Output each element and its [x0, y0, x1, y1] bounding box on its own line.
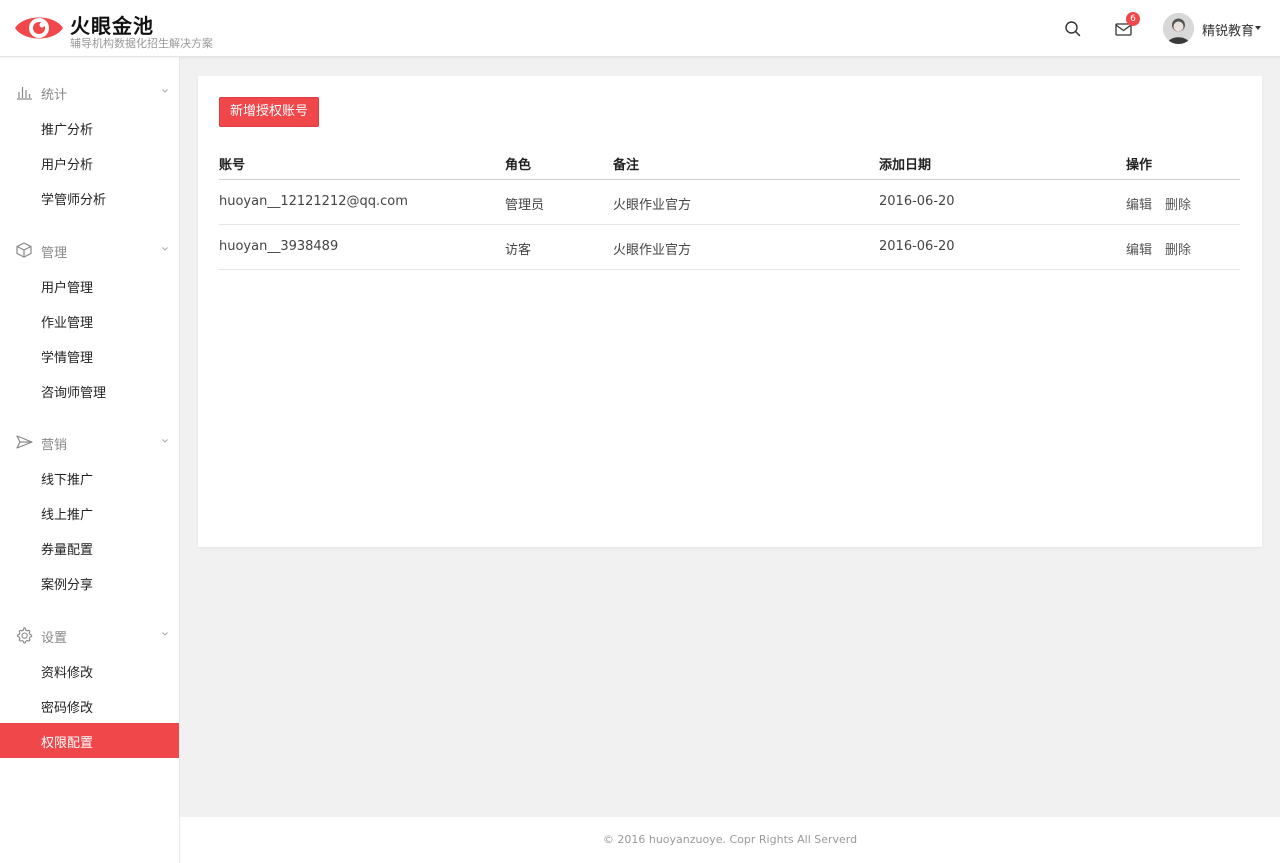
sidebar-item-permission-config[interactable]: 权限配置 — [0, 723, 179, 758]
sidebar-group-manage[interactable]: 管理 — [0, 235, 180, 265]
search-icon[interactable] — [1063, 19, 1083, 39]
sidebar-item-case-sharing[interactable]: 案例分享 — [0, 565, 179, 600]
sidebar-group-settings[interactable]: 设置 — [0, 620, 180, 650]
column-header-note: 备注 — [613, 158, 640, 173]
sidebar-item-label: 权限配置 — [41, 736, 94, 751]
user-avatar-icon — [1163, 13, 1194, 44]
paper-plane-icon — [16, 435, 33, 449]
cell-note: 火眼作业官方 — [613, 243, 692, 258]
avatar[interactable] — [1163, 13, 1194, 44]
sidebar-item-label: 券量配置 — [41, 543, 94, 558]
chevron-down-icon — [162, 89, 168, 93]
delete-link[interactable]: 删除 — [1165, 194, 1191, 213]
cube-icon — [16, 242, 32, 258]
sidebar-item-label: 用户管理 — [41, 281, 94, 296]
sidebar-item-label: 作业管理 — [41, 316, 94, 331]
footer: © 2016 huoyanzuoye. Copr Rights All Serv… — [180, 817, 1280, 863]
sidebar-item-homework-management[interactable]: 作业管理 — [0, 303, 179, 338]
add-authorized-account-button[interactable]: 新增授权账号 — [219, 97, 319, 127]
mail-count-badge: 6 — [1126, 12, 1140, 26]
cell-note: 火眼作业官方 — [613, 198, 692, 213]
sidebar-item-promotion-analysis[interactable]: 推广分析 — [0, 110, 179, 145]
eye-logo-icon[interactable] — [14, 11, 64, 45]
sidebar-group-label: 设置 — [41, 631, 68, 646]
sidebar-item-offline-promotion[interactable]: 线下推广 — [0, 460, 179, 495]
cell-account: huoyan__3938489 — [219, 239, 339, 254]
sidebar-item-profile-edit[interactable]: 资料修改 — [0, 653, 179, 688]
sidebar-group-label: 管理 — [41, 246, 68, 261]
sidebar-item-password-edit[interactable]: 密码修改 — [0, 688, 179, 723]
chevron-down-icon — [162, 439, 168, 443]
column-header-actions: 操作 — [1126, 158, 1153, 173]
user-name[interactable]: 精锐教育 — [1202, 20, 1254, 39]
copyright-text: © 2016 huoyanzuoye. Copr Rights All Serv… — [602, 833, 858, 846]
sidebar-item-online-promotion[interactable]: 线上推广 — [0, 495, 179, 530]
sidebar-item-label: 学管师分析 — [41, 193, 107, 208]
sidebar-item-consultant-management[interactable]: 咨询师管理 — [0, 373, 179, 408]
column-header-date: 添加日期 — [879, 158, 932, 173]
sidebar-item-tutor-analysis[interactable]: 学管师分析 — [0, 180, 179, 215]
table-row: huoyan__3938489 访客 火眼作业官方 2016-06-20 编辑 … — [219, 225, 1240, 270]
sidebar-item-label: 推广分析 — [41, 123, 94, 138]
column-header-account: 账号 — [219, 158, 246, 173]
chevron-down-icon — [162, 247, 168, 251]
sidebar-group-label: 统计 — [41, 88, 68, 103]
edit-link[interactable]: 编辑 — [1126, 194, 1152, 213]
app-subtitle: 辅导机构数据化招生解决方案 — [70, 37, 213, 50]
table-row: huoyan__12121212@qq.com 管理员 火眼作业官方 2016-… — [219, 180, 1240, 225]
sidebar-item-label: 案例分享 — [41, 578, 94, 593]
sidebar-item-label: 线下推广 — [41, 473, 94, 488]
sidebar-group-label: 营销 — [41, 438, 68, 453]
sidebar-item-label: 资料修改 — [41, 666, 94, 681]
sidebar-item-label: 学情管理 — [41, 351, 94, 366]
caret-down-icon[interactable] — [1255, 26, 1261, 30]
edit-link[interactable]: 编辑 — [1126, 239, 1152, 258]
sidebar-group-marketing[interactable]: 营销 — [0, 427, 180, 457]
sidebar-item-learning-management[interactable]: 学情管理 — [0, 338, 179, 373]
cell-date: 2016-06-20 — [879, 194, 955, 209]
delete-link[interactable]: 删除 — [1165, 239, 1191, 258]
sidebar-item-coupon-config[interactable]: 券量配置 — [0, 530, 179, 565]
chevron-down-icon — [162, 632, 168, 636]
bar-chart-icon — [17, 87, 32, 100]
sidebar-item-label: 用户分析 — [41, 158, 94, 173]
sidebar-item-user-analysis[interactable]: 用户分析 — [0, 145, 179, 180]
cell-role: 访客 — [505, 243, 532, 258]
sidebar-item-user-management[interactable]: 用户管理 — [0, 268, 179, 303]
column-header-role: 角色 — [505, 158, 532, 173]
sidebar-item-label: 咨询师管理 — [41, 386, 107, 401]
gear-icon — [17, 627, 33, 644]
cell-role: 管理员 — [505, 198, 545, 213]
sidebar-item-label: 密码修改 — [41, 701, 94, 716]
main-card: 新增授权账号 账号 角色 备注 添加日期 操作 huoyan__12121212… — [198, 76, 1262, 547]
sidebar-group-stats[interactable]: 统计 — [0, 77, 180, 107]
sidebar: 统计 推广分析 用户分析 学管师分析 管理 用户管理 作业管理 学情管理 咨询师… — [0, 57, 180, 863]
cell-date: 2016-06-20 — [879, 239, 955, 254]
sidebar-item-label: 线上推广 — [41, 508, 94, 523]
top-header: 火眼金池 辅导机构数据化招生解决方案 6 精锐教育 — [0, 0, 1280, 57]
cell-account: huoyan__12121212@qq.com — [219, 194, 408, 209]
